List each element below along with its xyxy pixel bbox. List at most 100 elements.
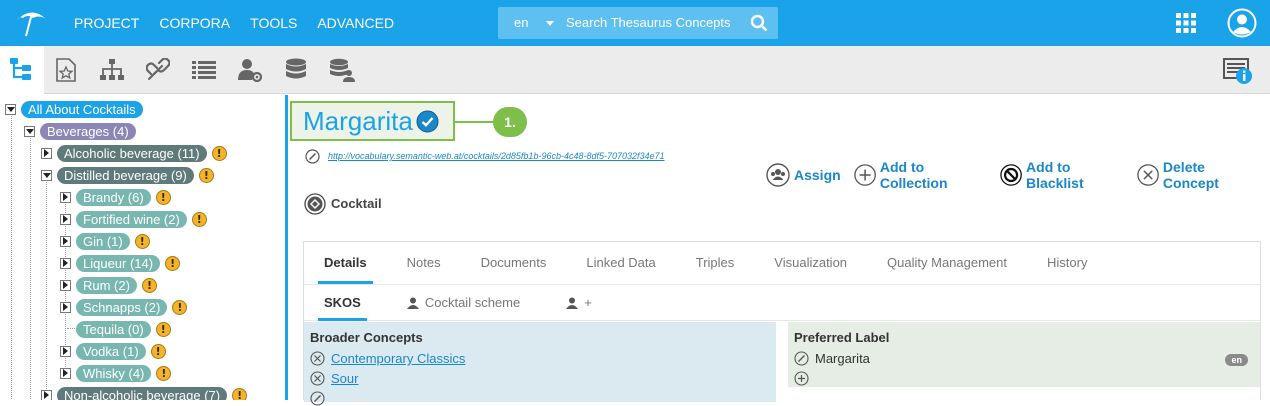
- tree-node-tequila[interactable]: Tequila (0) !: [76, 320, 171, 338]
- warning-icon[interactable]: !: [191, 211, 207, 227]
- warning-icon[interactable]: !: [141, 277, 157, 293]
- menu-advanced[interactable]: ADVANCED: [317, 15, 394, 31]
- broader-concept-link[interactable]: Sour: [331, 371, 358, 386]
- tree-node-label[interactable]: Liqueur (14): [76, 254, 161, 272]
- favorites-view-button[interactable]: [44, 46, 88, 94]
- tree-node-distilled[interactable]: Distilled beverage (9) !: [41, 166, 214, 184]
- tab-notes[interactable]: Notes: [387, 242, 461, 284]
- add-to-collection-button[interactable]: Add to Collection: [853, 159, 987, 191]
- tree-node-nonalcoholic[interactable]: Non-alcoholic beverage (7) !: [41, 386, 248, 400]
- tree-node-label[interactable]: Whisky (4): [76, 364, 152, 382]
- tab-documents[interactable]: Documents: [461, 242, 567, 284]
- subtab-add-label: +: [584, 295, 592, 310]
- menu-project[interactable]: PROJECT: [74, 15, 139, 31]
- expand-toggle[interactable]: [41, 147, 52, 159]
- tree-node-label[interactable]: Tequila (0): [76, 320, 151, 338]
- remove-icon[interactable]: [310, 351, 325, 366]
- warning-icon[interactable]: !: [198, 167, 214, 183]
- tab-quality-management[interactable]: Quality Management: [867, 242, 1027, 284]
- warning-icon[interactable]: !: [134, 233, 150, 249]
- expand-toggle[interactable]: [60, 301, 71, 313]
- tree-view-button[interactable]: [90, 46, 134, 94]
- tree-node-label[interactable]: Schnapps (2): [76, 298, 168, 316]
- edit-icon[interactable]: [310, 391, 325, 406]
- expand-toggle[interactable]: [60, 279, 71, 291]
- plus-circle-icon[interactable]: [794, 371, 809, 386]
- expand-toggle[interactable]: [60, 367, 71, 379]
- tree-node-gin[interactable]: Gin (1) !: [60, 232, 150, 250]
- warning-icon[interactable]: !: [232, 387, 248, 400]
- linked-data-view-button[interactable]: [136, 46, 180, 94]
- umbrella-logo-icon[interactable]: [14, 8, 48, 38]
- delete-concept-button[interactable]: Delete Concept: [1137, 159, 1257, 191]
- tree-node-brandy[interactable]: Brandy (6) !: [60, 188, 171, 206]
- remove-icon[interactable]: [310, 371, 325, 386]
- tab-triples[interactable]: Triples: [676, 242, 755, 284]
- apps-grid-icon[interactable]: [1176, 13, 1196, 33]
- subtab-skos[interactable]: SKOS: [304, 285, 381, 321]
- tree-node-label[interactable]: Fortified wine (2): [76, 210, 187, 228]
- warning-icon[interactable]: !: [211, 145, 227, 161]
- concept-type-icon[interactable]: [304, 193, 326, 215]
- list-view-button[interactable]: [182, 46, 226, 94]
- tree-node-label[interactable]: Rum (2): [76, 276, 137, 294]
- tree-node-root[interactable]: All About Cocktails: [5, 100, 143, 118]
- expand-toggle[interactable]: [60, 345, 71, 357]
- menu-corpora[interactable]: CORPORA: [159, 15, 230, 31]
- collapse-toggle[interactable]: [41, 169, 52, 181]
- menu-tools[interactable]: TOOLS: [250, 15, 297, 31]
- tree-node-label[interactable]: Beverages (4): [40, 122, 136, 140]
- warning-icon[interactable]: !: [155, 321, 171, 337]
- collapse-toggle[interactable]: [5, 103, 16, 115]
- tree-node-label[interactable]: Gin (1): [76, 232, 130, 250]
- tree-node-vodka[interactable]: Vodka (1) !: [60, 342, 166, 360]
- tab-history[interactable]: History: [1027, 242, 1107, 284]
- tree-node-rum[interactable]: Rum (2) !: [60, 276, 157, 294]
- tree-node-liqueur[interactable]: Liqueur (14) !: [60, 254, 181, 272]
- tree-node-label[interactable]: All About Cocktails: [21, 100, 143, 118]
- search-input[interactable]: Search Thesaurus Concepts: [566, 7, 731, 39]
- tree-node-fortified-wine[interactable]: Fortified wine (2) !: [60, 210, 207, 228]
- database-user-view-button[interactable]: [320, 46, 364, 94]
- warning-icon[interactable]: !: [150, 343, 166, 359]
- user-avatar-icon[interactable]: [1227, 8, 1257, 38]
- tab-visualization[interactable]: Visualization: [754, 242, 867, 284]
- add-to-blacklist-button[interactable]: Add to Blacklist: [1000, 159, 1124, 191]
- warning-icon[interactable]: !: [155, 189, 171, 205]
- tree-node-label[interactable]: Alcoholic beverage (11): [57, 144, 207, 162]
- subtab-add[interactable]: +: [546, 285, 612, 320]
- warning-icon[interactable]: !: [156, 365, 172, 381]
- database-view-button[interactable]: [274, 46, 318, 94]
- tree-node-alcoholic[interactable]: Alcoholic beverage (11) !: [41, 144, 227, 162]
- expand-toggle[interactable]: [60, 235, 71, 247]
- collapse-toggle[interactable]: [24, 125, 35, 137]
- broader-concept-link[interactable]: Contemporary Classics: [331, 351, 465, 366]
- tree-node-label[interactable]: Brandy (6): [76, 188, 151, 206]
- expand-toggle[interactable]: [60, 213, 71, 225]
- delete-concept-label: Delete Concept: [1162, 159, 1219, 191]
- tab-details[interactable]: Details: [304, 242, 387, 284]
- tree-node-whisky[interactable]: Whisky (4) !: [60, 364, 172, 382]
- tree-node-label[interactable]: Distilled beverage (9): [57, 166, 194, 184]
- assign-button[interactable]: Assign: [766, 163, 841, 187]
- concept-uri-link[interactable]: http://vocabulary.semantic-web.at/cockta…: [328, 151, 665, 161]
- warning-icon[interactable]: !: [172, 299, 188, 315]
- user-settings-view-button[interactable]: [228, 46, 272, 94]
- info-panel-icon[interactable]: [1222, 56, 1258, 86]
- expand-toggle[interactable]: [41, 389, 52, 400]
- search-language-select[interactable]: en: [498, 7, 558, 39]
- tree-node-beverages[interactable]: Beverages (4): [24, 122, 136, 140]
- expand-toggle[interactable]: [60, 191, 71, 203]
- tree-node-label[interactable]: Vodka (1): [76, 342, 146, 360]
- tree-node-schnapps[interactable]: Schnapps (2) !: [60, 298, 188, 316]
- hierarchy-view-button[interactable]: [0, 46, 44, 95]
- subtab-cocktail-scheme[interactable]: Cocktail scheme: [387, 285, 540, 320]
- tree-node-label[interactable]: Non-alcoholic beverage (7): [57, 386, 228, 400]
- search-icon[interactable]: [750, 14, 768, 32]
- panel-splitter[interactable]: [285, 95, 288, 400]
- tab-linked-data[interactable]: Linked Data: [566, 242, 675, 284]
- expand-toggle[interactable]: [60, 257, 71, 269]
- edit-icon[interactable]: [794, 351, 809, 366]
- edit-uri-icon[interactable]: [305, 149, 320, 164]
- warning-icon[interactable]: !: [165, 255, 181, 271]
